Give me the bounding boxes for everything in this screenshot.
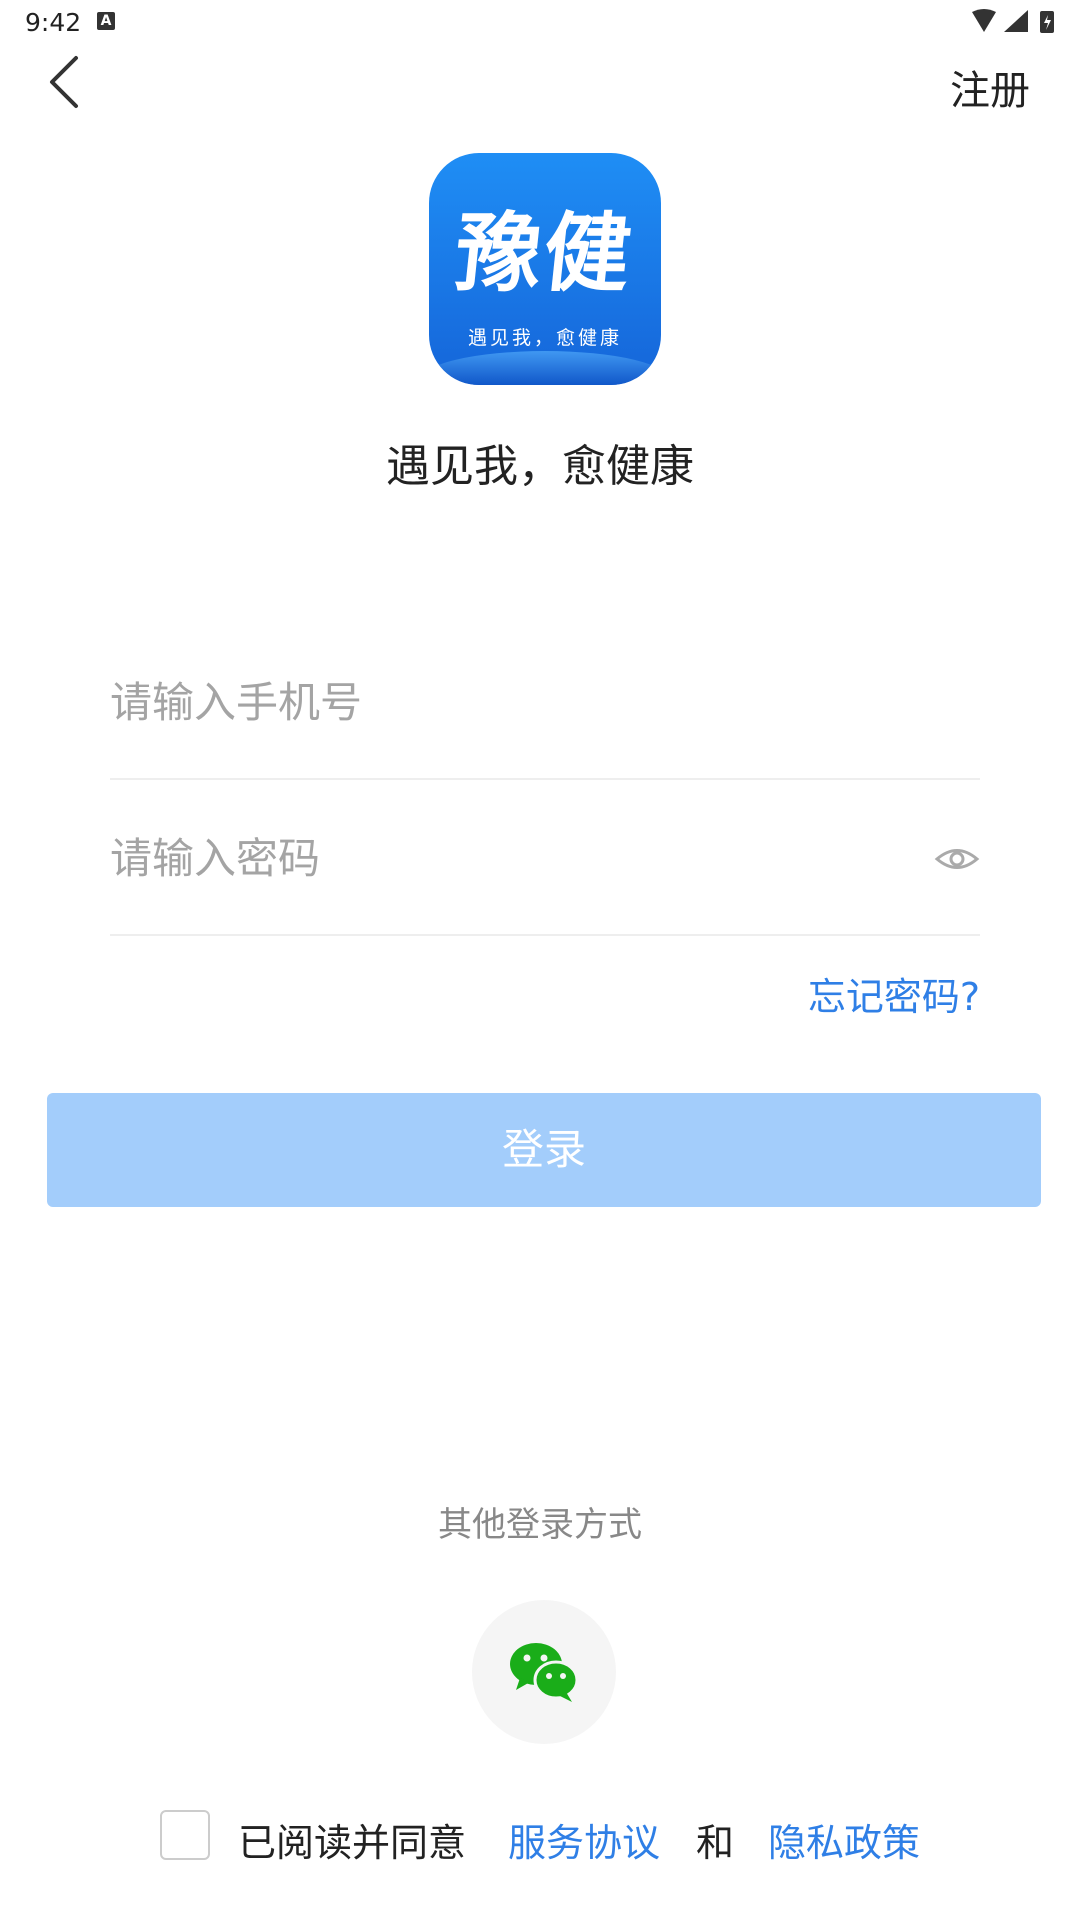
- logo-wave: [429, 351, 661, 385]
- forgot-password-link[interactable]: 忘记密码?: [808, 966, 980, 1021]
- phone-field-row: [110, 624, 980, 780]
- agreement-and: 和: [696, 1821, 735, 1865]
- eye-icon[interactable]: [934, 836, 980, 882]
- agreement-prefix: 已阅读并同意: [238, 1821, 467, 1865]
- notification-icon: A: [97, 12, 115, 30]
- password-field-row: [110, 780, 980, 936]
- agreement-row: 已阅读并同意 服务协议 和 隐私政策: [160, 1806, 980, 1866]
- register-link[interactable]: 注册: [950, 58, 1030, 116]
- logo-main-text: 豫健: [450, 203, 638, 304]
- app-logo: 豫健 遇见我，愈健康: [429, 153, 661, 385]
- login-button[interactable]: 登录: [47, 1093, 1041, 1207]
- chevron-left-icon: [50, 56, 78, 108]
- login-screen: 9:42 A 注册 豫健 遇见我，愈健康 遇见我，愈健康 忘记密码? 登录: [0, 0, 1080, 1920]
- agree-checkbox[interactable]: [160, 1810, 210, 1860]
- service-agreement-link[interactable]: 服务协议: [508, 1812, 660, 1867]
- status-bar: 9:42 A: [0, 0, 1080, 44]
- other-login-title: 其他登录方式: [438, 1505, 642, 1545]
- password-input[interactable]: [110, 820, 870, 896]
- slogan: 遇见我，愈健康: [386, 441, 694, 492]
- wifi-icon: [972, 9, 996, 32]
- status-time: 9:42: [25, 8, 82, 37]
- status-icons: [972, 9, 1054, 33]
- signal-icon: [1004, 10, 1028, 32]
- wechat-login-button[interactable]: [472, 1600, 616, 1744]
- back-button[interactable]: [40, 52, 90, 112]
- logo-sub-text: 遇见我，愈健康: [467, 327, 622, 349]
- privacy-policy-link[interactable]: 隐私政策: [768, 1812, 920, 1867]
- wechat-icon: [510, 1643, 579, 1702]
- phone-input[interactable]: [110, 664, 870, 740]
